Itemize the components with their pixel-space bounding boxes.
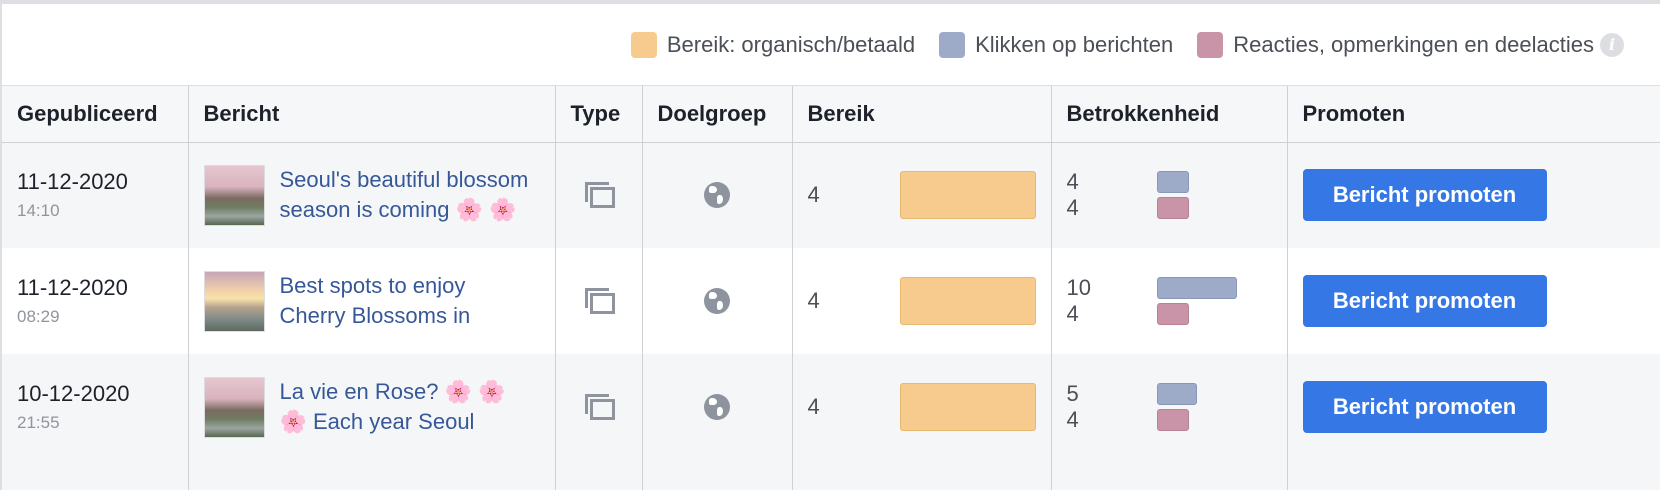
type-cell [554,142,642,248]
post-text-line-1: La vie en Rose? 🌸 🌸 [279,379,506,404]
reach-cell: 4 [791,248,1051,354]
table-header-row: Gepubliceerd Bericht Type Doelgroep Bere… [2,86,1660,143]
post-time: 08:29 [17,307,60,326]
promote-post-button[interactable]: Bericht promoten [1302,381,1547,433]
column-header-published[interactable]: Gepubliceerd [2,86,188,143]
post-text-line-2: Cherry Blossoms in [279,303,471,328]
table-row: 10-12-2020 21:55 La vie en Rose? 🌸 🌸 🌸 E… [2,354,1660,460]
reach-value: 4 [807,288,820,313]
type-cell [554,248,642,354]
type-cell [554,354,642,460]
posts-table: Gepubliceerd Bericht Type Doelgroep Bere… [2,86,1660,490]
multi-photo-icon [584,182,615,209]
clicks-bar [1156,383,1197,405]
reactions-bar [1156,303,1189,325]
promote-post-button[interactable]: Bericht promoten [1302,169,1547,222]
published-cell: 11-12-2020 14:10 [2,142,188,248]
insights-posts-panel: Bereik: organisch/betaald Klikken op ber… [0,0,1660,490]
post-date: 11-12-2020 [17,275,128,300]
legend-swatch-reactions [1197,31,1224,58]
promote-post-button[interactable]: Bericht promoten [1302,275,1547,327]
audience-cell [641,142,792,248]
column-header-post[interactable]: Bericht [187,86,555,143]
info-icon[interactable]: i [1600,32,1624,57]
published-cell: 11-12-2020 08:29 [2,248,188,354]
legend-item-clicks: Klikken op berichten [939,31,1174,58]
post-time: 14:10 [17,201,60,221]
column-header-engagement[interactable]: Betrokkenheid [1050,86,1287,143]
legend-swatch-clicks [939,31,966,58]
post-text-line-2: season is coming 🌸 🌸 [279,197,517,223]
legend-label-clicks: Klikken op berichten [975,31,1174,57]
published-cell: 10-12-2020 21:55 [2,354,188,460]
post-time: 21:55 [17,413,60,432]
engagement-cell: 4 4 [1050,142,1287,248]
post-cell: Seoul's beautiful blossom season is comi… [187,142,555,248]
clicks-bar [1156,171,1189,194]
legend-item-reactions: Reacties, opmerkingen en deelacties i [1197,31,1624,58]
reach-value: 4 [807,182,820,208]
clicks-value: 10 [1066,275,1091,300]
reach-value: 4 [807,394,820,419]
promote-cell: Bericht promoten [1286,142,1660,248]
column-header-type[interactable]: Type [554,86,642,143]
post-thumbnail[interactable] [203,376,265,438]
clicks-value: 4 [1066,169,1079,195]
post-link[interactable]: La vie en Rose? 🌸 🌸 🌸 Each year Seoul [280,377,506,437]
table-row: 11-12-2020 08:29 Best spots to enjoy Che… [2,248,1660,354]
audience-cell [641,354,792,460]
reactions-value: 4 [1066,301,1079,326]
globe-icon [703,182,730,209]
post-cell: Best spots to enjoy Cherry Blossoms in [187,248,555,354]
table-row: 11-12-2020 14:10 Seoul's beautiful bloss… [2,142,1660,248]
engagement-cell: 5 4 [1050,354,1287,460]
reach-cell: 4 [791,142,1051,248]
globe-icon [703,288,730,314]
post-thumbnail[interactable] [203,270,265,332]
post-link[interactable]: Best spots to enjoy Cherry Blossoms in [280,271,471,331]
audience-cell [641,248,792,354]
engagement-cell: 10 4 [1050,248,1287,354]
legend-swatch-reach [630,31,657,58]
multi-photo-icon [584,288,615,314]
legend-item-reach: Bereik: organisch/betaald [630,31,916,58]
reactions-bar [1156,409,1189,431]
reach-bar [899,383,1036,431]
reach-cell: 4 [791,354,1051,460]
post-text-line-1: Best spots to enjoy [279,273,466,298]
post-date: 11-12-2020 [17,169,128,195]
legend-label-reactions: Reacties, opmerkingen en deelacties [1233,31,1594,57]
column-header-promote[interactable]: Promoten [1286,86,1660,143]
promote-cell: Bericht promoten [1286,354,1660,460]
column-header-reach[interactable]: Bereik [791,86,1051,143]
reactions-bar [1156,197,1189,220]
post-link[interactable]: Seoul's beautiful blossom season is comi… [280,165,529,225]
multi-photo-icon [584,394,615,420]
post-thumbnail[interactable] [203,164,265,226]
reactions-value: 4 [1066,195,1079,221]
post-text-line-2: 🌸 Each year Seoul [279,409,475,434]
chart-legend: Bereik: organisch/betaald Klikken op ber… [2,4,1660,86]
post-cell: La vie en Rose? 🌸 🌸 🌸 Each year Seoul [187,354,555,460]
promote-cell: Bericht promoten [1286,248,1660,354]
reach-bar [899,171,1036,220]
clicks-bar [1156,277,1237,299]
post-date: 10-12-2020 [17,381,130,406]
table-row [2,460,1660,490]
column-header-audience[interactable]: Doelgroep [641,86,792,143]
globe-icon [703,394,730,420]
reactions-value: 4 [1066,407,1079,432]
post-text-line-1: Seoul's beautiful blossom [279,167,529,193]
clicks-value: 5 [1066,381,1079,406]
legend-label-reach: Bereik: organisch/betaald [666,31,916,57]
reach-bar [899,277,1036,325]
